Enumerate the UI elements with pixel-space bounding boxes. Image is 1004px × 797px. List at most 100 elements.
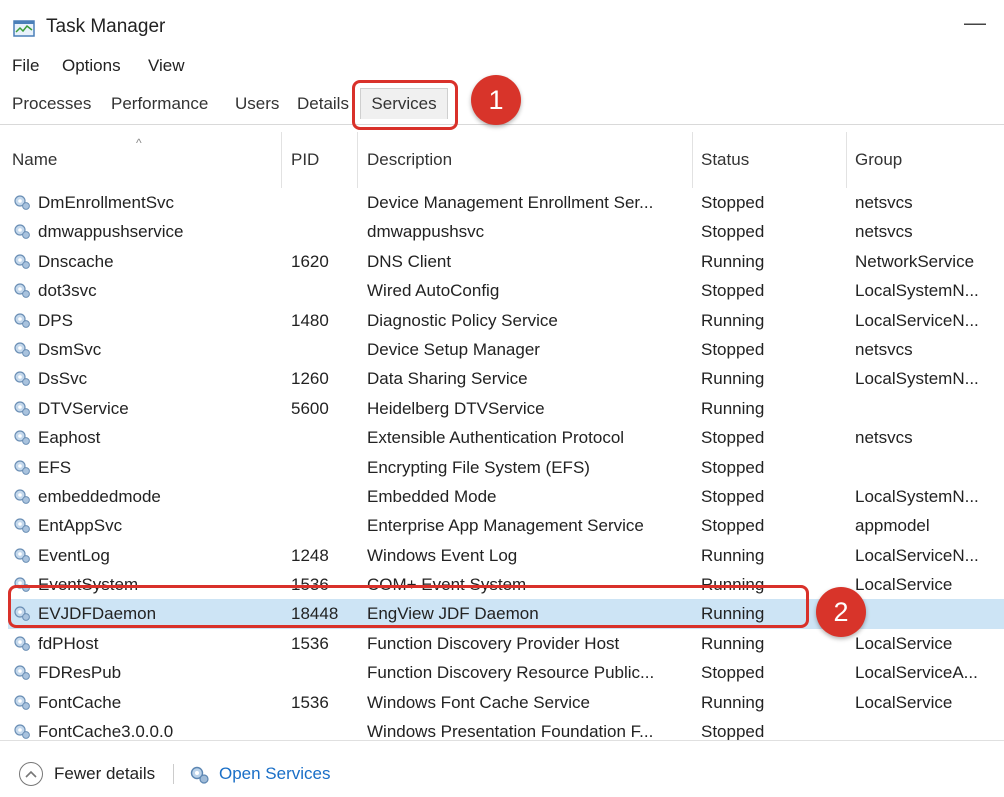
- cell-pid: 1620: [291, 251, 329, 271]
- cell-name: DsmSvc: [38, 339, 102, 359]
- cell-name: Eaphost: [38, 428, 101, 448]
- cell-name: dmwappushservice: [38, 222, 184, 242]
- table-row[interactable]: DTVService 5600 Heidelberg DTVService Runni…: [8, 394, 1004, 423]
- cell-status: Stopped: [701, 663, 765, 683]
- column-header-group[interactable]: Group: [855, 150, 902, 170]
- cell-status: Stopped: [701, 516, 765, 536]
- cell-group: netsvcs: [855, 222, 913, 242]
- table-row[interactable]: DPS 1480 Diagnostic Policy Service Running L…: [8, 306, 1004, 335]
- table-body: DmEnrollmentSvc Device Management Enrollm…: [8, 188, 1004, 746]
- service-gear-icon: [13, 312, 31, 328]
- table-row[interactable]: FontCache 1536 Windows Font Cache Service R…: [8, 688, 1004, 717]
- cell-status: Stopped: [701, 339, 765, 359]
- table-row[interactable]: dmwappushservice dmwappushsvc Stopped netsv…: [8, 217, 1004, 246]
- tab-processes[interactable]: Processes: [12, 94, 91, 114]
- table-row[interactable]: DsSvc 1260 Data Sharing Service Running Loca…: [8, 364, 1004, 393]
- open-services-link[interactable]: Open Services: [219, 764, 331, 784]
- tab-performance[interactable]: Performance: [111, 94, 208, 114]
- service-gear-icon: [13, 517, 31, 534]
- fewer-details-link[interactable]: Fewer details: [54, 764, 155, 784]
- cell-description: Heidelberg DTVService: [367, 398, 545, 418]
- cell-status: Running: [701, 369, 765, 389]
- table-row[interactable]: Dnscache 1620 DNS Client Running NetworkServ…: [8, 247, 1004, 276]
- cell-description: dmwappushsvc: [367, 222, 485, 242]
- cell-group: netsvcs: [855, 428, 913, 448]
- cell-status: Running: [701, 310, 765, 330]
- table-row[interactable]: EntAppSvc Enterprise App Management Servi…: [8, 511, 1004, 540]
- column-divider[interactable]: [692, 132, 693, 188]
- table-row[interactable]: fdPHost 1536 Function Discovery Provider H…: [8, 629, 1004, 658]
- cell-description: Device Management Enrollment Ser...: [367, 193, 654, 212]
- cell-pid: 1260: [291, 369, 329, 389]
- table-row[interactable]: DsmSvc Device Setup Manager Stopped netsvcs: [8, 335, 1004, 364]
- cell-status: Running: [701, 633, 765, 653]
- tab-users[interactable]: Users: [235, 94, 279, 114]
- footer-bar: Fewer details Open Services: [0, 740, 1004, 797]
- callout-highlight-evjdfdaemon-row: [8, 585, 809, 628]
- cell-group: LocalServiceN...: [855, 545, 979, 565]
- column-header-description[interactable]: Description: [367, 150, 452, 170]
- service-gear-icon: [13, 282, 31, 299]
- cell-description: Function Discovery Resource Public...: [367, 663, 655, 683]
- table-row[interactable]: dot3svc Wired AutoConfig Stopped LocalSyste…: [8, 276, 1004, 305]
- cell-name: DTVService: [38, 398, 129, 418]
- table-row[interactable]: EventLog 1248 Windows Event Log Running Loca…: [8, 541, 1004, 570]
- cell-name: DsSvc: [38, 369, 88, 389]
- service-gear-icon: [13, 459, 31, 475]
- cell-status: Stopped: [701, 457, 765, 477]
- minimize-button[interactable]: —: [964, 10, 986, 36]
- cell-name: FontCache: [38, 692, 122, 712]
- cell-description: DNS Client: [367, 251, 452, 271]
- service-gear-icon: [13, 253, 31, 269]
- services-table: ^ Name PID Description Status Group DmEn…: [8, 132, 1004, 746]
- cell-name: DmEnrollmentSvc: [38, 193, 175, 212]
- services-gear-icon[interactable]: [189, 765, 211, 790]
- title-bar: Task Manager —: [0, 0, 1004, 52]
- table-row[interactable]: DmEnrollmentSvc Device Management Enrollm…: [8, 188, 1004, 217]
- table-row[interactable]: embeddedmode Embedded Mode Stopped LocalSys…: [8, 482, 1004, 511]
- column-header-name[interactable]: Name: [12, 150, 57, 170]
- cell-description: Windows Font Cache Service: [367, 692, 590, 712]
- column-header-status[interactable]: Status: [701, 150, 749, 170]
- cell-description: Data Sharing Service: [367, 369, 528, 389]
- menu-view[interactable]: View: [148, 56, 185, 76]
- cell-description: Encrypting File System (EFS): [367, 457, 590, 477]
- table-row[interactable]: Eaphost Extensible Authentication Protoco…: [8, 423, 1004, 452]
- table-row[interactable]: FDResPub Function Discovery Resource Publ…: [8, 658, 1004, 687]
- cell-group: LocalService: [855, 633, 953, 653]
- cell-status: Stopped: [701, 428, 765, 448]
- cell-status: Stopped: [701, 222, 765, 242]
- cell-pid: 1248: [291, 545, 329, 565]
- cell-description: Device Setup Manager: [367, 339, 540, 359]
- cell-name: Dnscache: [38, 251, 114, 271]
- cell-name: dot3svc: [38, 281, 97, 301]
- callout-badge-1: 1: [471, 75, 521, 125]
- callout-badge-2: 2: [816, 587, 866, 637]
- service-gear-icon: [13, 694, 31, 710]
- column-divider[interactable]: [846, 132, 847, 188]
- cell-group: appmodel: [855, 516, 930, 536]
- column-header-pid[interactable]: PID: [291, 150, 319, 170]
- cell-group: LocalService: [855, 692, 953, 712]
- cell-description: Enterprise App Management Service: [367, 516, 644, 536]
- cell-pid: 5600: [291, 398, 329, 418]
- service-gear-icon: [13, 723, 31, 739]
- cell-status: Running: [701, 545, 765, 565]
- table-row[interactable]: EFS Encrypting File System (EFS) Stopped: [8, 453, 1004, 482]
- menu-options[interactable]: Options: [62, 56, 121, 76]
- service-gear-icon: [13, 400, 31, 416]
- cell-status: Stopped: [701, 281, 765, 301]
- menu-file[interactable]: File: [12, 56, 39, 76]
- chevron-up-icon[interactable]: [19, 762, 43, 786]
- cell-name: EntAppSvc: [38, 516, 123, 536]
- cell-name: DPS: [38, 310, 73, 330]
- service-gear-icon: [13, 488, 31, 504]
- cell-group: LocalSystemN...: [855, 369, 979, 389]
- service-gear-icon: [13, 635, 31, 651]
- cell-description: Function Discovery Provider Host: [367, 633, 620, 653]
- tab-details[interactable]: Details: [297, 94, 349, 114]
- cell-name: EFS: [38, 457, 72, 477]
- column-divider[interactable]: [357, 132, 358, 188]
- column-divider[interactable]: [281, 132, 282, 188]
- cell-group: netsvcs: [855, 339, 913, 359]
